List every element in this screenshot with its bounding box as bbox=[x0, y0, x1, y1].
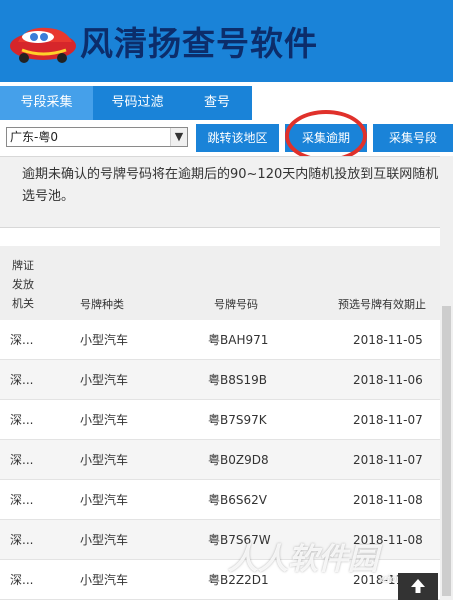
table-row[interactable]: 深... 小型汽车 粤BAH971 2018-11-05 bbox=[0, 320, 440, 360]
cell-authority: 深... bbox=[10, 573, 34, 587]
cell-expiry: 2018-11-07 bbox=[353, 413, 423, 427]
cell-plate-type: 小型汽车 bbox=[80, 493, 129, 507]
back-to-top-button[interactable] bbox=[398, 573, 438, 600]
app-title: 风清扬查号软件 bbox=[80, 24, 318, 63]
cell-expiry: 2018-11-05 bbox=[353, 333, 423, 347]
table-row[interactable]: 深... 小型汽车 粤B7S97K 2018-11-07 bbox=[0, 400, 440, 440]
table-row[interactable]: 深... 小型汽车 粤B8S19B 2018-11-06 bbox=[0, 360, 440, 400]
arrow-up-icon bbox=[411, 579, 425, 593]
header-plate-number: 号牌号码 bbox=[214, 298, 258, 311]
app-header: 风清扬查号软件 bbox=[0, 0, 453, 82]
scrollbar-thumb[interactable] bbox=[442, 306, 451, 596]
header-expiry: 预选号牌有效期止 bbox=[338, 298, 426, 311]
cell-authority: 深... bbox=[10, 373, 34, 387]
table-row[interactable]: 深... 小型汽车 粤B2Z2D1 2018-11-08 bbox=[0, 560, 440, 600]
collect-overdue-button[interactable]: 采集逾期 bbox=[285, 124, 367, 152]
toolbar: 广东-粤0 ▼ 跳转该地区 采集逾期 采集号段 bbox=[0, 120, 453, 156]
table-row[interactable]: 深... 小型汽车 粤B0Z9D8 2018-11-07 bbox=[0, 440, 440, 480]
cartoon-car-icon bbox=[10, 27, 76, 63]
cell-expiry: 2018-11-08 bbox=[353, 493, 423, 507]
tab-segment-collect[interactable]: 号段采集 bbox=[0, 86, 93, 120]
region-select[interactable]: 广东-粤0 ▼ bbox=[6, 127, 188, 147]
cell-plate-number: 粤B2Z2D1 bbox=[208, 573, 269, 587]
tab-bar: 号段采集 号码过滤 查号 bbox=[0, 82, 453, 120]
cell-expiry: 2018-11-06 bbox=[353, 373, 423, 387]
cell-authority: 深... bbox=[10, 493, 34, 507]
vertical-scrollbar[interactable] bbox=[440, 156, 453, 600]
cell-expiry: 2018-11-08 bbox=[353, 533, 423, 547]
cell-plate-number: 粤B0Z9D8 bbox=[208, 453, 269, 467]
cell-plate-number: 粤B6S62V bbox=[208, 493, 267, 507]
cell-plate-type: 小型汽车 bbox=[80, 453, 129, 467]
cell-plate-type: 小型汽车 bbox=[80, 533, 129, 547]
notice-text: 逾期未确认的号牌号码将在逾期后的90~120天内随机投放到互联网随机选号池。 bbox=[22, 167, 439, 204]
cell-plate-number: 粤B7S67W bbox=[208, 533, 271, 547]
cell-plate-number: 粤BAH971 bbox=[208, 333, 269, 347]
cell-plate-type: 小型汽车 bbox=[80, 333, 129, 347]
notice-panel: 逾期未确认的号牌号码将在逾期后的90~120天内随机投放到互联网随机选号池。 bbox=[0, 156, 453, 228]
table-body: 深... 小型汽车 粤BAH971 2018-11-05 深... 小型汽车 粤… bbox=[0, 320, 440, 600]
jump-region-button[interactable]: 跳转该地区 bbox=[196, 124, 279, 152]
region-select-value: 广东-粤0 bbox=[10, 130, 58, 144]
tab-lookup[interactable]: 查号 bbox=[182, 86, 252, 120]
cell-expiry: 2018-11-07 bbox=[353, 453, 423, 467]
header-plate-type: 号牌种类 bbox=[80, 298, 124, 311]
cell-plate-type: 小型汽车 bbox=[80, 573, 129, 587]
table-row[interactable]: 深... 小型汽车 粤B6S62V 2018-11-08 bbox=[0, 480, 440, 520]
cell-authority: 深... bbox=[10, 533, 34, 547]
cell-authority: 深... bbox=[10, 333, 34, 347]
cell-authority: 深... bbox=[10, 453, 34, 467]
header-authority: 牌证发放机关 bbox=[12, 259, 34, 310]
cell-plate-number: 粤B8S19B bbox=[208, 373, 267, 387]
cell-plate-number: 粤B7S97K bbox=[208, 413, 267, 427]
collect-segment-button[interactable]: 采集号段 bbox=[373, 124, 453, 152]
tab-number-filter[interactable]: 号码过滤 bbox=[93, 86, 182, 120]
table-row[interactable]: 深... 小型汽车 粤B7S67W 2018-11-08 bbox=[0, 520, 440, 560]
chevron-down-icon[interactable]: ▼ bbox=[170, 128, 187, 146]
results-table: 牌证发放机关 号牌种类 号牌号码 预选号牌有效期止 深... 小型汽车 粤BAH… bbox=[0, 246, 440, 600]
cell-authority: 深... bbox=[10, 413, 34, 427]
cell-plate-type: 小型汽车 bbox=[80, 413, 129, 427]
cell-plate-type: 小型汽车 bbox=[80, 373, 129, 387]
table-header: 牌证发放机关 号牌种类 号牌号码 预选号牌有效期止 bbox=[0, 246, 440, 320]
